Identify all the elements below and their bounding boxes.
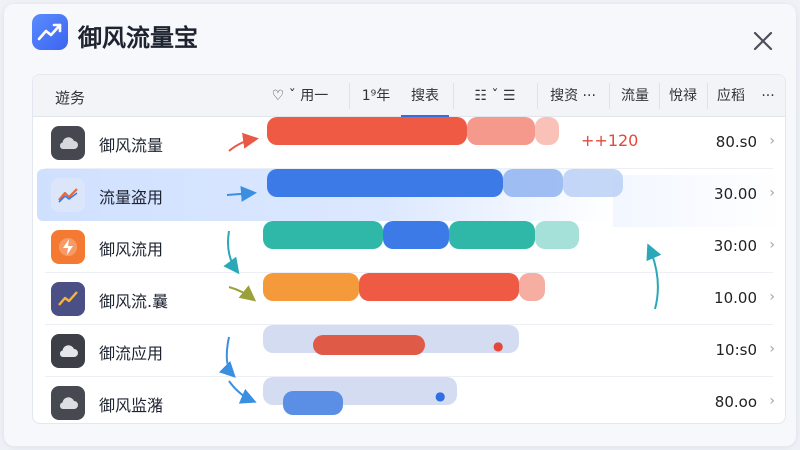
traffic-bar-spike: [283, 391, 343, 415]
traffic-bar-fade: [519, 273, 545, 301]
table-row[interactable]: 御风监潴 ● 80.oo ›: [33, 377, 785, 429]
trend-chart-icon: [32, 14, 68, 50]
chevron-right-icon[interactable]: ›: [769, 237, 775, 253]
toolbar-divider: [453, 83, 454, 109]
cloud-folder-icon: [51, 386, 85, 420]
row-label: 御风监潴: [99, 396, 164, 415]
traffic-bar-spike: [313, 335, 425, 355]
app-window: 御风流量宝 遊务 ♡ ˇ 用一 1⁹年 搜表 ☷ ˇ ☰ 搜资 ··· 流量 悅…: [4, 4, 796, 446]
table-row[interactable]: 御风流用 30:00 ›: [33, 221, 785, 273]
toolbar-search-resources[interactable]: 搜资 ···: [541, 75, 605, 117]
row-value: 30:00: [713, 237, 757, 255]
traffic-table: 遊务 ♡ ˇ 用一 1⁹年 搜表 ☷ ˇ ☰ 搜资 ··· 流量 悅禄 应稻 ·…: [32, 74, 786, 424]
toolbar-divider: [609, 83, 610, 109]
traffic-bar: [267, 117, 467, 145]
cloud-icon: [51, 126, 85, 160]
toolbar-divider: [659, 83, 660, 109]
toolbar-more[interactable]: ···: [755, 75, 781, 117]
app-title: 御风流量宝: [78, 24, 198, 52]
toolbar-app[interactable]: 应稻: [709, 75, 753, 117]
traffic-bar-tail: [449, 221, 535, 249]
trend-chart-icon: [51, 282, 85, 316]
selection-highlight: [613, 175, 783, 227]
alert-dot-icon: ●: [493, 339, 504, 353]
chevron-right-icon[interactable]: ›: [769, 289, 775, 305]
traffic-bar-tail: [467, 117, 535, 145]
traffic-bar-tail: [503, 169, 563, 197]
toolbar-divider: [707, 83, 708, 109]
lightning-icon: [51, 230, 85, 264]
row-label: 御风流.曩: [99, 292, 169, 311]
table-row[interactable]: 御风流.曩 10.00 ›: [33, 273, 785, 325]
traffic-bar: [263, 221, 383, 249]
toolbar-label: 遊务: [55, 89, 86, 107]
table-row-selected[interactable]: 流量盗用: [37, 169, 623, 221]
toolbar-divider: [349, 83, 350, 109]
toolbar-list-view[interactable]: ☷ ˇ ☰: [457, 75, 533, 117]
cloud-icon: [51, 334, 85, 368]
traffic-bar-fade: [535, 221, 579, 249]
row-label: 御风流量: [99, 136, 164, 155]
row-label: 御流应用: [99, 344, 164, 363]
row-label: 流量盗用: [99, 188, 164, 207]
toolbar-status[interactable]: 悅禄: [661, 75, 705, 117]
traffic-bar-tail: [359, 273, 519, 301]
toolbar-search-table[interactable]: 搜表: [401, 75, 449, 117]
chevron-right-icon[interactable]: ›: [769, 341, 775, 357]
row-value: 10:s0: [715, 341, 758, 359]
table-row[interactable]: 御流应用 ● 10:s0 ›: [33, 325, 785, 377]
toolbar-year[interactable]: 1⁹年: [353, 75, 399, 117]
row-value: 80.oo: [714, 393, 757, 411]
app-header: 御风流量宝: [4, 4, 796, 68]
close-icon[interactable]: [752, 30, 774, 52]
traffic-bar-fade: [563, 169, 623, 197]
delta-badge: ++120: [581, 131, 639, 150]
row-label: 御风流用: [99, 240, 164, 259]
chevron-right-icon[interactable]: ›: [769, 393, 775, 409]
toolbar-divider: [537, 83, 538, 109]
traffic-bar: [267, 169, 503, 197]
row-value: 80.s0: [715, 133, 757, 151]
traffic-bar-mid: [383, 221, 449, 249]
row-value: 10.00: [714, 289, 757, 307]
traffic-bar-fade: [535, 117, 559, 145]
chevron-right-icon[interactable]: ›: [769, 133, 775, 149]
toolbar-traffic[interactable]: 流量: [613, 75, 657, 117]
table-toolbar: 遊务 ♡ ˇ 用一 1⁹年 搜表 ☷ ˇ ☰ 搜资 ··· 流量 悅禄 应稻 ·…: [33, 75, 785, 117]
traffic-bar: [263, 273, 359, 301]
toolbar-filter-user[interactable]: ♡ ˇ 用一: [255, 75, 345, 117]
table-row[interactable]: 御风流量 ++120 80.s0 ›: [33, 117, 785, 169]
alert-dot-icon: ●: [435, 389, 446, 403]
trend-chart-icon: [51, 178, 85, 212]
